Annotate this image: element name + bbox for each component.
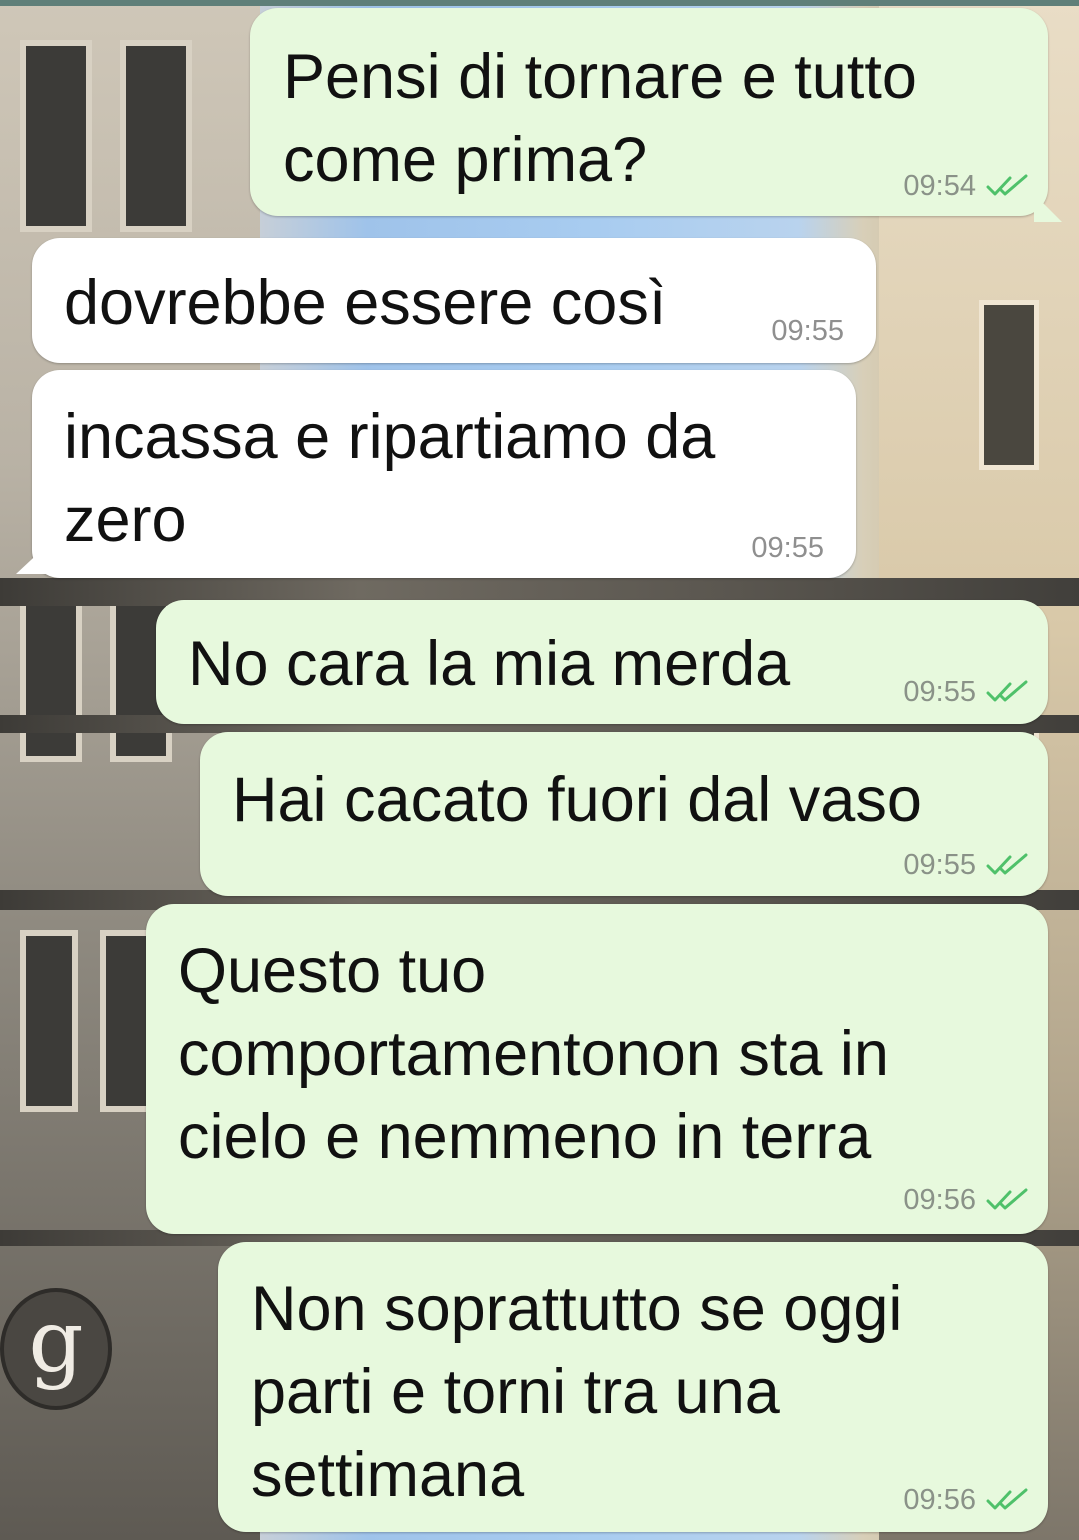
message-bubble-outgoing[interactable]: Pensi di tornare e tutto come prima? 09:… (250, 8, 1062, 222)
message-meta: 09:55 (903, 676, 1030, 708)
top-divider (0, 0, 1079, 6)
double-check-icon (986, 1488, 1028, 1510)
message-text-line: Non soprattutto se oggi (251, 1274, 903, 1344)
message-bubble-outgoing[interactable]: Hai cacato fuori dal vaso 09:55 (200, 732, 1048, 896)
double-check-icon (986, 174, 1028, 196)
message-meta: 09:56 (903, 1484, 1030, 1516)
message-text-line: settimana (251, 1440, 525, 1510)
message-text-line: Pensi di tornare e tutto (283, 42, 917, 112)
message-text-line: Hai cacato fuori dal vaso (232, 765, 922, 835)
sign-letter: g (28, 1292, 84, 1392)
message-bubble-outgoing[interactable]: Non soprattutto se oggi parti e torni tr… (218, 1242, 1048, 1532)
message-bubble-incoming[interactable]: incassa e ripartiamo da zero 09:55 (16, 370, 856, 578)
message-meta: 09:54 (903, 170, 1030, 202)
message-meta: 09:55 (751, 532, 824, 564)
double-check-icon (986, 1188, 1028, 1210)
message-timestamp: 09:54 (903, 170, 976, 202)
message-timestamp: 09:55 (771, 315, 844, 347)
message-meta: 09:56 (903, 1184, 1030, 1216)
message-timestamp: 09:55 (903, 849, 976, 881)
message-bubble-incoming[interactable]: dovrebbe essere così 09:55 (32, 238, 876, 363)
message-text-line: zero (64, 485, 187, 555)
double-check-icon (986, 680, 1028, 702)
message-bubble-outgoing[interactable]: No cara la mia merda 09:55 (156, 600, 1048, 724)
message-text-line: cielo e nemmeno in terra (178, 1102, 872, 1172)
message-text-line: come prima? (283, 125, 648, 195)
message-timestamp: 09:55 (751, 532, 824, 564)
message-timestamp: 09:55 (903, 676, 976, 708)
wallpaper-shop-sign: g (0, 1288, 112, 1410)
message-timestamp: 09:56 (903, 1484, 976, 1516)
message-text-line: comportamentonon sta in (178, 1019, 889, 1089)
message-text-line: parti e torni tra una (251, 1357, 780, 1427)
message-text-line: No cara la mia merda (188, 629, 791, 699)
message-text-line: incassa e ripartiamo da (64, 402, 716, 472)
double-check-icon (986, 853, 1028, 875)
message-text-line: Questo tuo (178, 936, 487, 1006)
message-timestamp: 09:56 (903, 1184, 976, 1216)
message-text-line: dovrebbe essere così (64, 268, 667, 338)
message-meta: 09:55 (903, 849, 1030, 881)
message-meta: 09:55 (771, 315, 844, 347)
message-bubble-outgoing[interactable]: Questo tuo comportamentonon sta in cielo… (146, 904, 1048, 1234)
